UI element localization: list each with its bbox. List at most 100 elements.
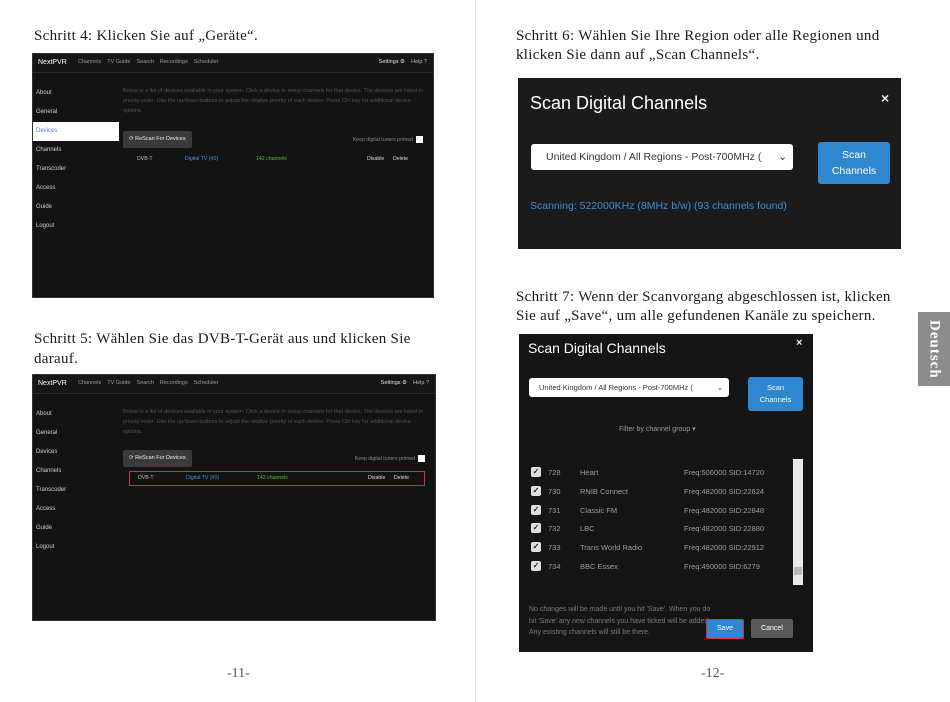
chevron-down-icon: ⌄ (716, 383, 723, 392)
top-navbar: NextPVR Channels TV Guide Search Recordi… (33, 375, 435, 394)
scan-button-label-line1: Scan (842, 149, 866, 161)
close-icon[interactable]: × (796, 337, 802, 349)
help-link[interactable]: Help ? (413, 380, 429, 386)
keep-tuners-checkbox[interactable] (418, 455, 425, 462)
filter-channel-group[interactable]: Filter by channel group ▾ (619, 425, 696, 433)
page-number-right: -12- (701, 666, 725, 681)
channel-number: 728 (548, 468, 561, 477)
sidebar-item-general[interactable]: General (33, 103, 119, 122)
menu-item[interactable]: Recordings (160, 59, 188, 65)
channel-list-scrollbar[interactable] (793, 459, 803, 585)
disable-link[interactable]: Disable (367, 156, 384, 162)
device-row-selected[interactable]: DVB-T Digital TV (#0) 142 channels Disab… (129, 471, 425, 486)
sidebar-item-devices[interactable]: Devices (33, 122, 119, 141)
delete-link[interactable]: Delete (394, 475, 409, 481)
brand: NextPVR (38, 59, 67, 66)
cancel-button[interactable]: Cancel (751, 619, 793, 638)
help-link[interactable]: Help ? (411, 59, 427, 65)
sidebar-item-devices[interactable]: Devices (33, 443, 119, 462)
save-button[interactable]: Save (706, 619, 744, 639)
menu-item[interactable]: Channels (78, 59, 101, 65)
menu-item[interactable]: Recordings (160, 380, 188, 386)
checkbox-checked-icon[interactable]: ✓ (531, 486, 541, 496)
device-name: DVB-T (138, 475, 154, 481)
scrollbar-thumb[interactable] (794, 567, 802, 575)
settings-link[interactable]: Settings ⚙ (379, 59, 405, 65)
step7-caption-line1: Schritt 7: Wenn der Scanvorgang abgeschl… (516, 289, 891, 305)
sidebar-item-about[interactable]: About (33, 405, 119, 424)
keep-tuners-label: Keep digital tuners primed (352, 136, 413, 143)
channel-number: 730 (548, 487, 561, 496)
sidebar-item-channels[interactable]: Channels (33, 462, 119, 481)
scan-button-label-line2: Channels (831, 165, 877, 177)
channel-row[interactable]: ✓ 728 Heart Freq:506000 SID:14720 (529, 464, 784, 482)
menu-item[interactable]: Scheduler (194, 380, 219, 386)
sidebar-item-access[interactable]: Access (33, 179, 119, 198)
close-icon[interactable]: × (881, 90, 889, 106)
device-channels: 142 channels (257, 475, 288, 481)
region-value: United Kingdom / All Regions - Post-700M… (546, 151, 762, 163)
delete-link[interactable]: Delete (393, 156, 408, 162)
save-channels-dialog: Scan Digital Channels × United Kingdom /… (519, 334, 813, 652)
scan-button-label-line1: Scan (766, 383, 785, 392)
devices-description: Below is a list of devices available in … (123, 409, 423, 435)
devices-description: Below is a list of devices available in … (123, 88, 423, 114)
scan-channels-button[interactable]: Scan Channels (748, 377, 803, 411)
checkbox-checked-icon[interactable]: ✓ (531, 505, 541, 515)
rescan-devices-button[interactable]: ⟳ ReScan For Devices (123, 450, 192, 467)
chevron-down-icon: ⌄ (778, 151, 787, 163)
menu-item[interactable]: Search (136, 380, 153, 386)
step6-caption-line1: Schritt 6: Wählen Sie Ihre Region oder a… (516, 28, 880, 44)
keep-tuners-checkbox[interactable] (416, 136, 423, 143)
channel-row[interactable]: ✓ 733 Trans World Radio Freq:482000 SID:… (529, 539, 784, 557)
step5-caption-line2: darauf. (34, 351, 79, 367)
step6-caption-line2: klicken Sie dann auf „Scan Channels“. (516, 47, 760, 63)
channel-number: 734 (548, 562, 561, 571)
settings-link[interactable]: Settings ⚙ (381, 380, 407, 386)
disable-link[interactable]: Disable (368, 475, 385, 481)
device-row[interactable]: DVB-T Digital TV (#0) 142 channels Disab… (129, 153, 423, 165)
page-divider (475, 0, 476, 702)
channel-row[interactable]: ✓ 734 BBC Essex Freq:490000 SID:6279 (529, 558, 784, 576)
sidebar-item-about[interactable]: About (33, 84, 119, 103)
sidebar-item-logout[interactable]: Logout (33, 217, 119, 236)
rescan-devices-button[interactable]: ⟳ ReScan For Devices (123, 131, 192, 148)
channel-row[interactable]: ✓ 731 Classic FM Freq:482000 SID:22848 (529, 502, 784, 520)
channel-row[interactable]: ✓ 732 LBC Freq:482000 SID:22880 (529, 520, 784, 538)
scan-channels-dialog: Scan Digital Channels × United Kingdom /… (518, 78, 901, 249)
main-menu: Channels TV Guide Search Recordings Sche… (78, 380, 219, 386)
keep-tuners-option[interactable]: Keep digital tuners primed (355, 455, 425, 462)
scan-button-label-line2: Channels (759, 395, 792, 404)
settings-sidebar: About General Devices Channels Transcode… (33, 84, 119, 236)
channel-number: 733 (548, 543, 561, 552)
channel-freq: Freq:482000 SID:22912 (684, 543, 765, 552)
sidebar-item-channels[interactable]: Channels (33, 141, 119, 160)
checkbox-checked-icon[interactable]: ✓ (531, 523, 541, 533)
sidebar-item-transcoder[interactable]: Transcoder (33, 481, 119, 500)
dialog-title: Scan Digital Channels (530, 93, 708, 113)
sidebar-item-guide[interactable]: Guide (33, 198, 119, 217)
channel-name: Classic FM (580, 506, 618, 515)
menu-item[interactable]: Scheduler (194, 59, 219, 65)
channel-freq: Freq:482000 SID:22880 (684, 524, 765, 533)
region-select[interactable]: United Kingdom / All Regions - Post-700M… (531, 144, 793, 170)
region-select[interactable]: United Kingdom / All Regions - Post-700M… (529, 378, 729, 397)
channel-name: LBC (580, 524, 595, 533)
channel-row[interactable]: ✓ 730 RNIB Connect Freq:482000 SID:22624 (529, 483, 784, 501)
checkbox-checked-icon[interactable]: ✓ (531, 467, 541, 477)
sidebar-item-logout[interactable]: Logout (33, 538, 119, 557)
sidebar-item-guide[interactable]: Guide (33, 519, 119, 538)
sidebar-item-access[interactable]: Access (33, 500, 119, 519)
checkbox-checked-icon[interactable]: ✓ (531, 542, 541, 552)
menu-item[interactable]: Search (136, 59, 153, 65)
menu-item[interactable]: TV Guide (107, 59, 130, 65)
menu-item[interactable]: Channels (78, 380, 101, 386)
sidebar-item-general[interactable]: General (33, 424, 119, 443)
step4-caption: Schritt 4: Klicken Sie auf „Geräte“. (34, 28, 259, 44)
checkbox-checked-icon[interactable]: ✓ (531, 561, 541, 571)
scan-channels-button[interactable]: Scan Channels (818, 142, 890, 184)
keep-tuners-option[interactable]: Keep digital tuners primed (353, 136, 423, 143)
step7-caption-line2: Sie auf „Save“, um alle gefundenen Kanäl… (516, 308, 876, 324)
menu-item[interactable]: TV Guide (107, 380, 130, 386)
sidebar-item-transcoder[interactable]: Transcoder (33, 160, 119, 179)
